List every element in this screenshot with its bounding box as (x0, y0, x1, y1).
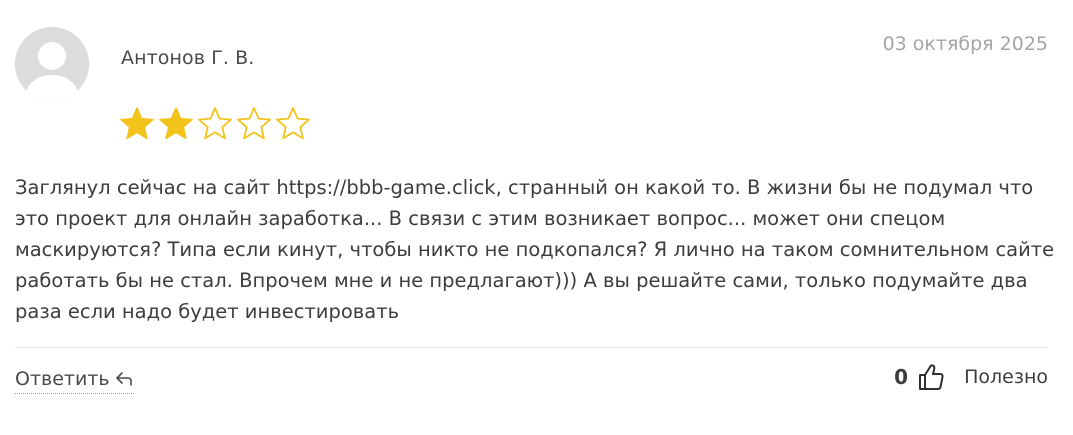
star-filled-icon (120, 107, 154, 140)
reply-button[interactable]: Ответить (15, 368, 134, 394)
divider (15, 347, 1048, 348)
reply-arrow-icon (115, 372, 132, 386)
helpful-label[interactable]: Полезно (964, 366, 1048, 388)
review-date: 03 октября 2025 (882, 33, 1048, 55)
reply-label: Ответить (15, 368, 110, 390)
helpful-section: 0 Полезно (894, 363, 1048, 391)
likes-count: 0 (894, 365, 909, 389)
thumbs-up-icon[interactable] (918, 363, 944, 391)
star-empty-icon (276, 107, 310, 140)
avatar (15, 27, 89, 101)
star-rating (119, 106, 311, 142)
star-empty-icon (237, 107, 271, 140)
star-empty-icon (198, 107, 232, 140)
star-filled-icon (159, 107, 193, 140)
review-author: Антонов Г. В. (121, 47, 255, 69)
review-text: Заглянул сейчас на сайт https://bbb-game… (15, 176, 1055, 323)
user-placeholder-icon (15, 27, 89, 101)
